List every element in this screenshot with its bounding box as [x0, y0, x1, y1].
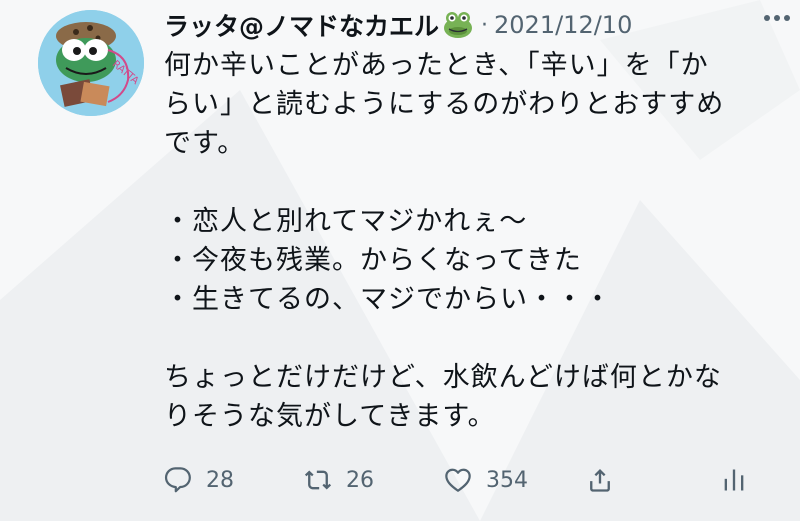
reply-count: 28: [206, 467, 234, 493]
frog-emoji-icon: [444, 12, 473, 38]
like-count: 354: [486, 467, 528, 493]
retweet-icon: [304, 470, 332, 490]
tweet-actions: 28 26 354: [164, 458, 760, 502]
heart-icon: [445, 468, 471, 492]
tweet-text: 何か辛いことがあったとき、「辛い」を「か らい」と読むようにするのがわりとおすす…: [164, 50, 725, 432]
reply-button[interactable]: 28: [164, 458, 234, 502]
share-button[interactable]: [586, 458, 614, 502]
retweet-count: 26: [346, 467, 374, 493]
analytics-icon: [724, 469, 744, 491]
tweet-date[interactable]: 2021/12/10: [494, 11, 632, 39]
avatar[interactable]: RATTA: [38, 10, 144, 116]
like-button[interactable]: 354: [444, 458, 528, 502]
share-icon: [590, 469, 610, 492]
analytics-button[interactable]: [720, 458, 748, 502]
separator-dot: ·: [481, 12, 489, 38]
frog-avatar-image: RATTA: [38, 10, 144, 116]
retweet-button[interactable]: 26: [304, 458, 374, 502]
display-name[interactable]: ラッタ@ノマドなカエル: [164, 7, 439, 43]
more-horizontal-icon[interactable]: [760, 8, 794, 28]
tweet[interactable]: RATTA ラッタ@ノマドなカエル · 2021/12/10 何か辛いことがあっ…: [0, 0, 800, 521]
reply-icon: [164, 467, 191, 493]
tweet-header: ラッタ@ノマドなカエル · 2021/12/10: [164, 6, 780, 44]
